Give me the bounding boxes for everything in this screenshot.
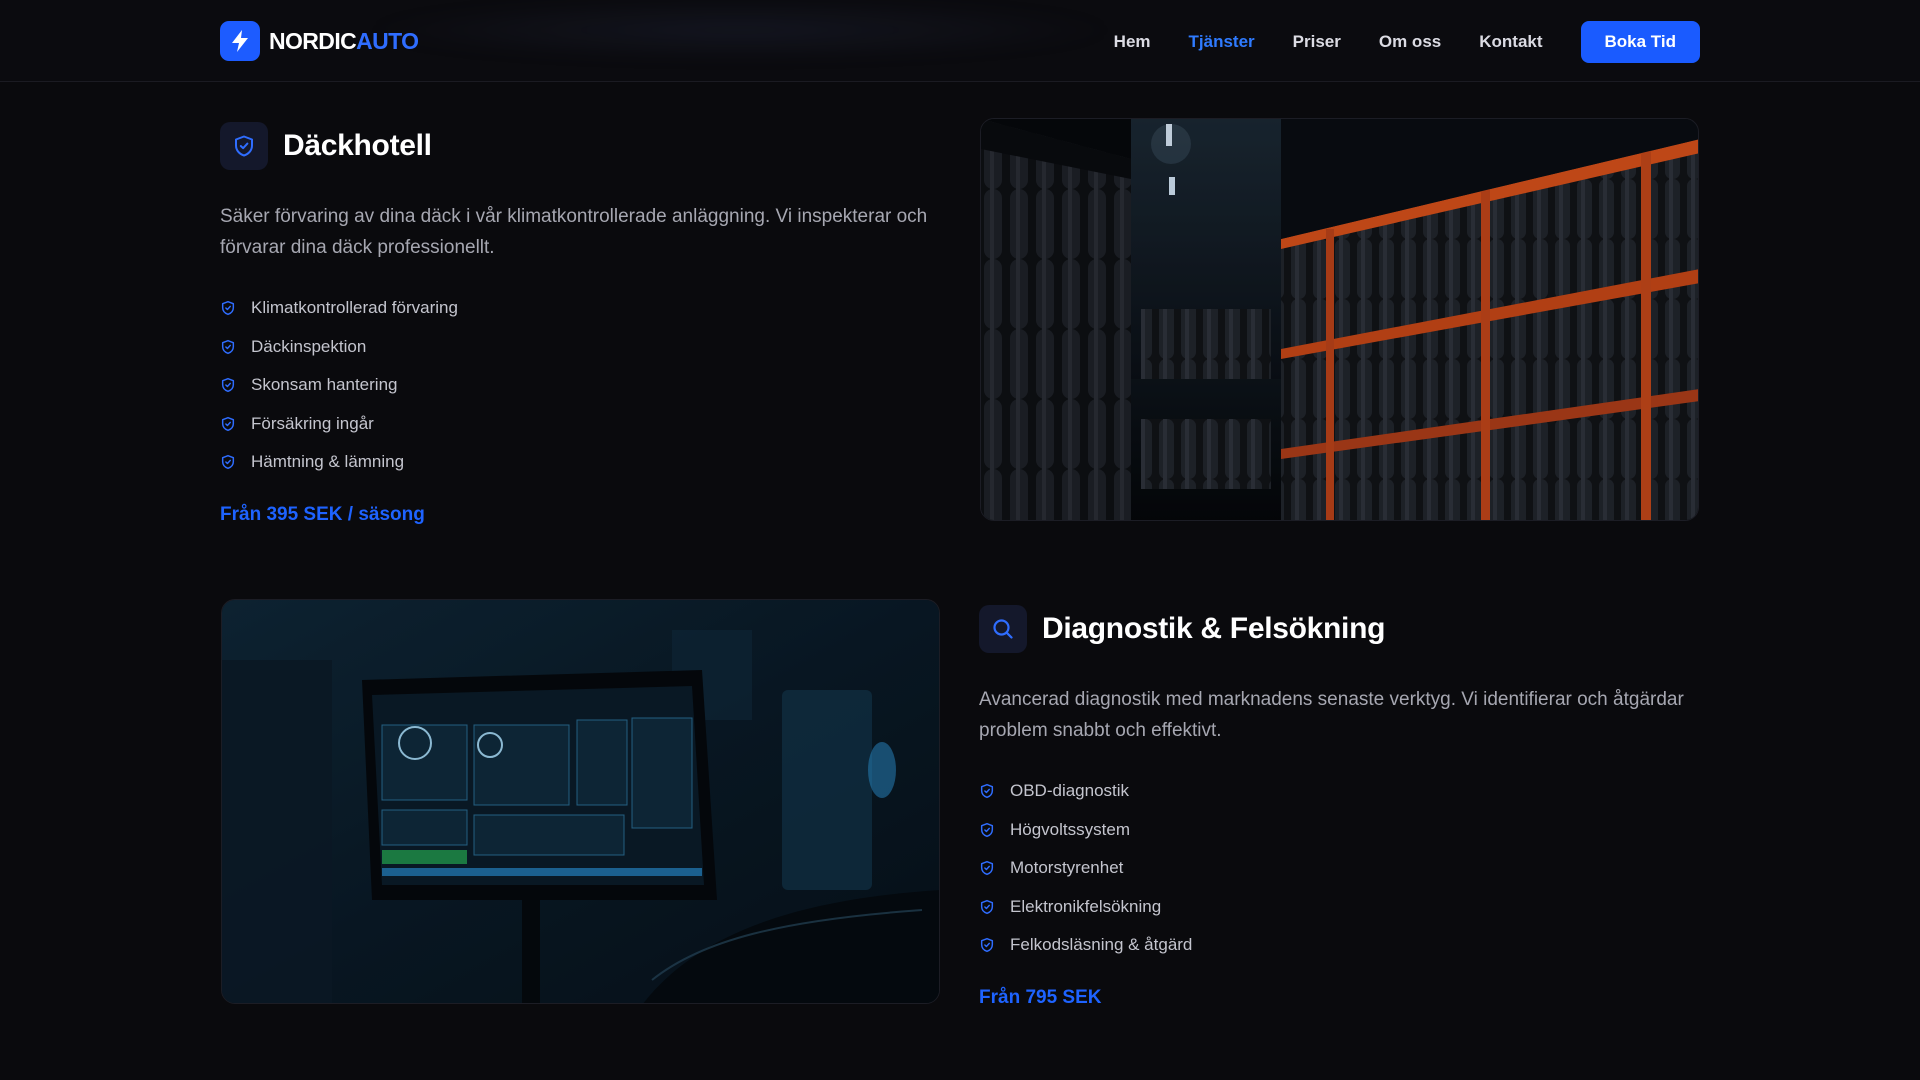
service-description: Avancerad diagnostik med marknadens sena… (979, 689, 1684, 741)
service-tire-hotel: Däckhotell Säker förvaring av dina däck … (220, 121, 940, 526)
feature-list: OBD-diagnostik Högvoltssystem Motorstyre… (979, 772, 1699, 965)
feature-label: OBD-diagnostik (1010, 781, 1130, 801)
site-header: NORDICAUTO Hem Tjänster Priser Om oss Ko… (0, 0, 1920, 82)
feature-label: Skonsam hantering (251, 375, 398, 395)
feature-label: Motorstyrenhet (1010, 858, 1124, 878)
feature-label: Felkodsläsning & åtgärd (1010, 935, 1193, 955)
nav-item-tjanster[interactable]: Tjänster (1189, 32, 1255, 52)
list-item: Hämtning & lämning (220, 443, 940, 482)
check-shield-icon (220, 415, 238, 433)
service-price: Från 795 SEK (979, 986, 1102, 1008)
nav-item-om-oss[interactable]: Om oss (1379, 32, 1441, 52)
list-item: Skonsam hantering (220, 366, 940, 405)
check-shield-icon (220, 338, 238, 356)
check-shield-icon (979, 898, 997, 916)
feature-label: Hämtning & lämning (251, 452, 405, 472)
service-title-row: Diagnostik & Felsökning (979, 604, 1699, 654)
list-item: Elektronikfelsökning (979, 888, 1699, 927)
tire-storage-photo (980, 118, 1699, 521)
brand-name-part2: AUTO (356, 27, 419, 54)
feature-list: Klimatkontrollerad förvaring Däckinspekt… (220, 289, 940, 482)
list-item: Motorstyrenhet (979, 849, 1699, 888)
list-item: Felkodsläsning & åtgärd (979, 926, 1699, 965)
brand-logo[interactable]: NORDICAUTO (220, 21, 419, 61)
list-item: Högvoltssystem (979, 811, 1699, 850)
shield-icon (220, 122, 268, 170)
service-title: Diagnostik & Felsökning (1042, 612, 1386, 645)
feature-label: Försäkring ingår (251, 413, 374, 433)
check-shield-icon (220, 376, 238, 394)
check-shield-icon (979, 821, 997, 839)
lightning-icon (220, 21, 260, 61)
list-item: Däckinspektion (220, 328, 940, 367)
list-item: Försäkring ingår (220, 405, 940, 444)
feature-label: Klimatkontrollerad förvaring (251, 298, 458, 318)
service-diagnostics: Diagnostik & Felsökning Avancerad diagno… (979, 604, 1699, 1009)
service-title-row: Däckhotell (220, 121, 940, 171)
main-nav: Hem Tjänster Priser Om oss Kontakt Boka … (1114, 21, 1700, 63)
list-item: OBD-diagnostik (979, 772, 1699, 811)
nav-item-priser[interactable]: Priser (1293, 32, 1341, 52)
search-icon (979, 605, 1027, 653)
brand-name: NORDICAUTO (269, 27, 419, 55)
nav-item-hem[interactable]: Hem (1114, 32, 1151, 52)
brand-name-part1: NORDIC (269, 27, 357, 54)
service-description: Säker förvaring av dina däck i vår klima… (220, 206, 928, 258)
feature-label: Högvoltssystem (1010, 819, 1130, 839)
nav-item-kontakt[interactable]: Kontakt (1479, 32, 1542, 52)
check-shield-icon (220, 299, 238, 317)
check-shield-icon (979, 782, 997, 800)
service-title: Däckhotell (283, 129, 432, 162)
list-item: Klimatkontrollerad förvaring (220, 289, 940, 328)
book-appointment-button[interactable]: Boka Tid (1580, 21, 1700, 63)
check-shield-icon (220, 453, 238, 471)
diagnostic-screen-photo (221, 599, 940, 1004)
service-price: Från 395 SEK / säsong (220, 503, 425, 525)
check-shield-icon (979, 859, 997, 877)
feature-label: Däckinspektion (251, 336, 367, 356)
check-shield-icon (979, 936, 997, 954)
header-glow (360, 0, 1120, 60)
feature-label: Elektronikfelsökning (1010, 896, 1162, 916)
